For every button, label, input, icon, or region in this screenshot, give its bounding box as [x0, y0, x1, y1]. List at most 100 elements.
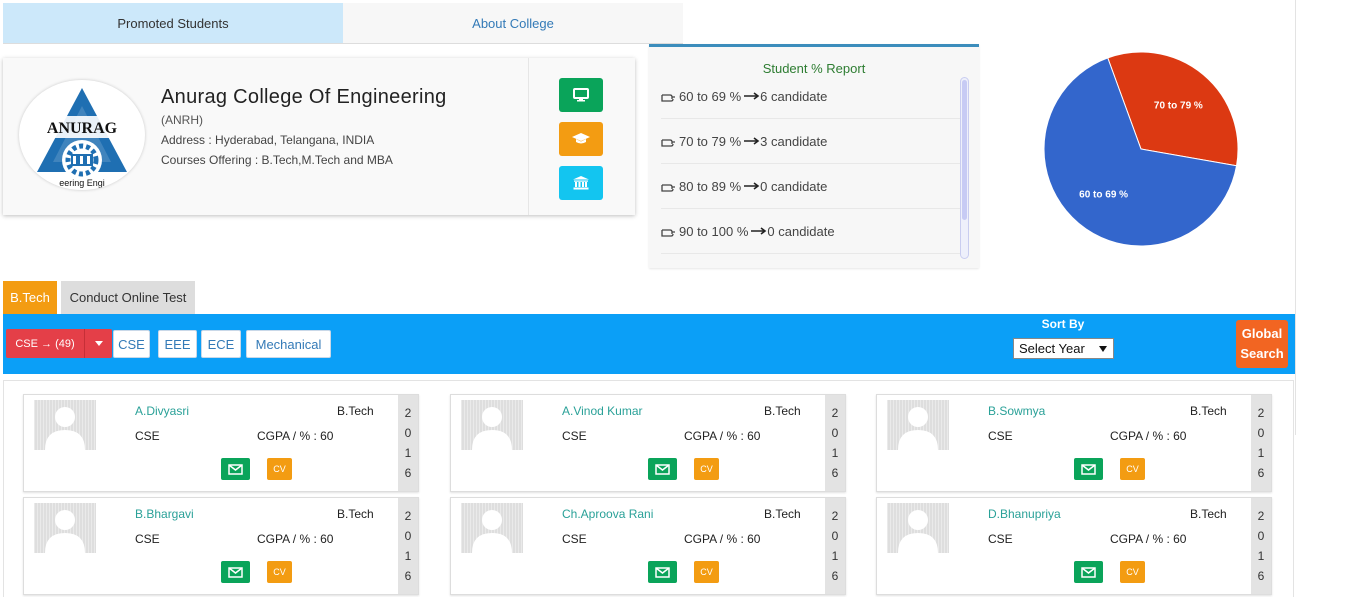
graduation-cap-icon: [572, 133, 590, 144]
cv-button[interactable]: CV: [1120, 561, 1145, 583]
year-digit: 6: [831, 569, 839, 583]
student-branch: CSE: [135, 532, 160, 546]
college-logo: ANURAG eering Engi: [19, 80, 145, 190]
avatar: [887, 503, 949, 553]
logo-text: ANURAG: [47, 120, 118, 137]
hand-pointer-icon: [661, 93, 675, 102]
logo-subtext: eering Engi: [59, 178, 105, 188]
arrow-right-icon: [744, 92, 760, 100]
envelope-icon: [228, 566, 243, 578]
report-row: 80 to 89 % 0 candidate: [661, 164, 961, 209]
year-digit: 0: [831, 426, 839, 440]
student-course: B.Tech: [1190, 404, 1227, 418]
report-scrollbar[interactable]: [960, 77, 969, 259]
dept-button-cse[interactable]: CSE: [113, 330, 150, 358]
student-name[interactable]: A.Vinod Kumar: [562, 404, 643, 418]
year-digit: 1: [831, 549, 839, 563]
dept-button-eee[interactable]: EEE: [158, 330, 197, 358]
dept-caret-button[interactable]: [84, 329, 112, 358]
year-digit: 0: [831, 529, 839, 543]
cv-button[interactable]: CV: [267, 561, 292, 583]
passout-year: 2 0 1 6: [1251, 498, 1271, 594]
desktop-icon: [573, 88, 589, 102]
student-branch: CSE: [135, 429, 160, 443]
college-code: (ANRH): [161, 113, 203, 127]
report-range: 90 to 100 %: [679, 223, 749, 239]
student-branch: CSE: [562, 532, 587, 546]
dept-dropdown[interactable]: CSE → (49): [6, 329, 112, 358]
desktop-button[interactable]: [559, 78, 603, 112]
institution-button[interactable]: [559, 166, 603, 200]
year-digit: 1: [404, 446, 412, 460]
student-name[interactable]: D.Bhanupriya: [988, 507, 1061, 521]
student-card: Ch.Aproova Rani B.Tech CSE CGPA / % : 60…: [450, 497, 846, 595]
report-count: 0 candidate: [767, 223, 835, 239]
report-row: 90 to 100 % 0 candidate: [661, 209, 961, 254]
dept-button-mechanical[interactable]: Mechanical: [246, 330, 331, 358]
content-edge: [1295, 0, 1296, 435]
tab-conduct-online-test[interactable]: Conduct Online Test: [61, 281, 195, 314]
institution-icon: [573, 176, 589, 190]
email-button[interactable]: [1074, 561, 1103, 583]
cv-button[interactable]: CV: [267, 458, 292, 480]
year-digit: 6: [1257, 466, 1265, 480]
year-digit: 2: [404, 406, 412, 420]
report-range: 70 to 79 %: [679, 133, 742, 149]
tab-btech[interactable]: B.Tech: [3, 281, 57, 314]
student-branch: CSE: [988, 429, 1013, 443]
email-button[interactable]: [1074, 458, 1103, 480]
student-cgpa: CGPA / % : 60: [1110, 532, 1187, 546]
global-search-button[interactable]: Global Search: [1236, 320, 1288, 368]
student-course: B.Tech: [764, 507, 801, 521]
avatar: [34, 503, 96, 553]
student-cgpa: CGPA / % : 60: [257, 532, 334, 546]
student-course: B.Tech: [1190, 507, 1227, 521]
year-digit: 6: [1257, 569, 1265, 583]
envelope-icon: [655, 463, 670, 475]
student-name[interactable]: Ch.Aproova Rani: [562, 507, 653, 521]
passout-year: 2 0 1 6: [1251, 395, 1271, 491]
sort-by-label: Sort By: [1041, 317, 1085, 331]
hand-pointer-icon: [661, 183, 675, 192]
hand-pointer-icon: [661, 138, 675, 147]
email-button[interactable]: [648, 561, 677, 583]
year-digit: 0: [1257, 426, 1265, 440]
year-digit: 6: [404, 569, 412, 583]
college-card: ANURAG eering Engi Anurag College Of Eng…: [3, 58, 635, 215]
year-digit: 0: [404, 426, 412, 440]
cv-button[interactable]: CV: [694, 458, 719, 480]
percent-pie-chart: 70 to 79 % 60 to 69 %: [1043, 51, 1239, 247]
envelope-icon: [1081, 463, 1096, 475]
student-name[interactable]: A.Divyasri: [135, 404, 189, 418]
cv-button[interactable]: CV: [694, 561, 719, 583]
student-name[interactable]: B.Bhargavi: [135, 507, 194, 521]
dept-button-ece[interactable]: ECE: [201, 330, 241, 358]
tab-promoted-students[interactable]: Promoted Students: [3, 3, 343, 43]
year-digit: 2: [404, 509, 412, 523]
avatar: [461, 400, 523, 450]
pie-label-1: 70 to 79 %: [1154, 100, 1203, 111]
hand-pointer-icon: [661, 228, 675, 237]
user-placeholder-icon: [898, 407, 938, 450]
email-button[interactable]: [648, 458, 677, 480]
dept-selected-button[interactable]: CSE → (49): [6, 329, 84, 358]
email-button[interactable]: [221, 458, 250, 480]
passout-year: 2 0 1 6: [825, 395, 845, 491]
select-arrow-icon: [1099, 346, 1107, 352]
student-name[interactable]: B.Sowmya: [988, 404, 1045, 418]
passout-year: 2 0 1 6: [825, 498, 845, 594]
report-scrollbar-thumb[interactable]: [962, 80, 967, 220]
user-placeholder-icon: [472, 510, 512, 553]
tab-about-college[interactable]: About College: [343, 3, 683, 43]
email-button[interactable]: [221, 561, 250, 583]
student-branch: CSE: [988, 532, 1013, 546]
envelope-icon: [1081, 566, 1096, 578]
student-card: A.Vinod Kumar B.Tech CSE CGPA / % : 60 C…: [450, 394, 846, 492]
courses-button[interactable]: [559, 122, 603, 156]
arrow-right-icon: [751, 227, 767, 235]
student-grid: A.Divyasri B.Tech CSE CGPA / % : 60 CV 2…: [3, 380, 1294, 597]
cv-button[interactable]: CV: [1120, 458, 1145, 480]
year-select[interactable]: Select Year: [1013, 338, 1114, 359]
year-digit: 6: [404, 466, 412, 480]
year-digit: 2: [1257, 406, 1265, 420]
